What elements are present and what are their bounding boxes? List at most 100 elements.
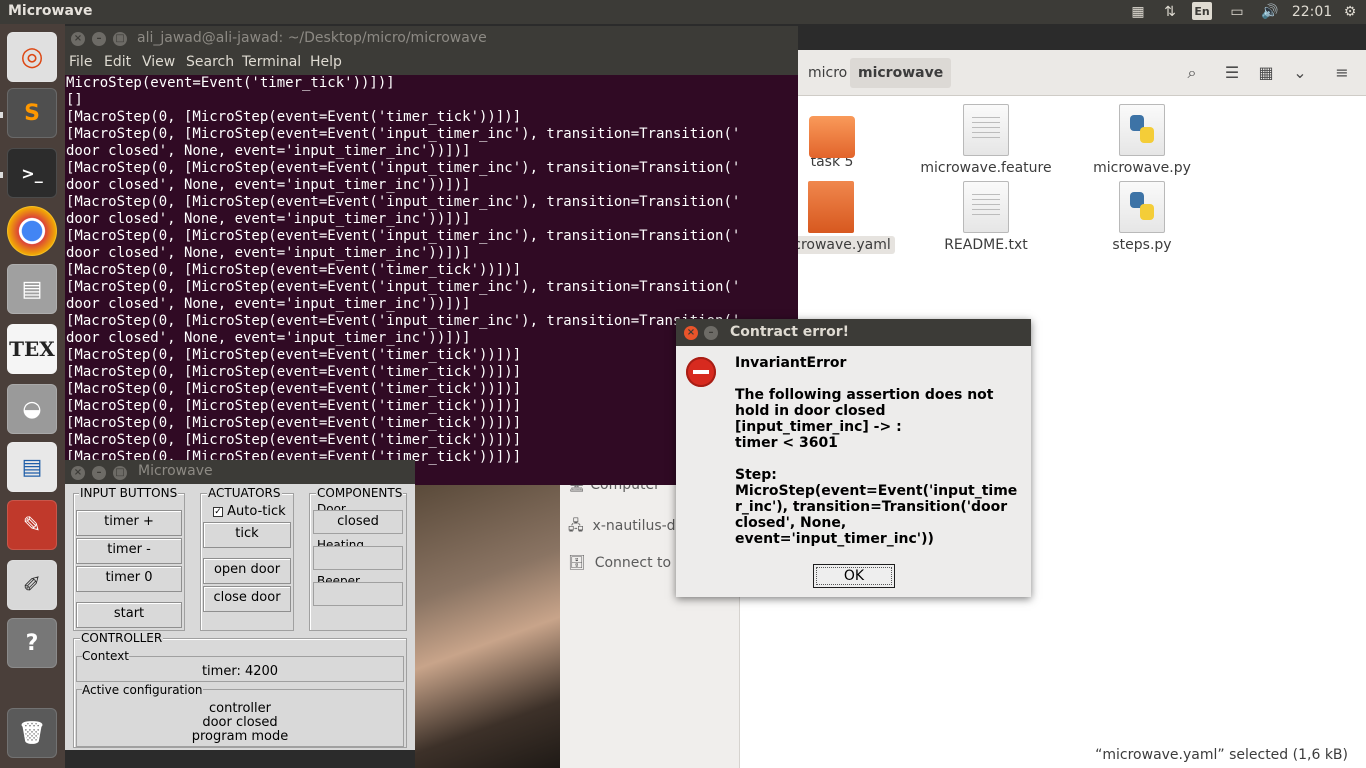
contract-error-dialog: × – Contract error! InvariantError The f… — [676, 319, 1031, 597]
terminal-line: door closed', None, event='input_timer_i… — [66, 211, 471, 227]
step-line: Step: — [735, 467, 777, 483]
file-item[interactable]: README.txt — [916, 181, 1056, 253]
dialog-message: InvariantError The following assertion d… — [735, 355, 1025, 563]
grid-view-icon[interactable]: ▦ — [1250, 58, 1282, 88]
maximize-icon[interactable]: □ — [113, 466, 127, 480]
context-value: timer: 4200 — [201, 664, 279, 679]
file-name: crowave.yaml — [789, 236, 895, 254]
breadcrumb-microwave[interactable]: microwave — [850, 58, 952, 88]
step-message: Step: MicroStep(event=Event('input_time … — [735, 467, 1025, 547]
keyboard-layout-indicator[interactable]: En — [1192, 2, 1212, 20]
menu-terminal[interactable]: Terminal — [242, 54, 301, 70]
files-icon[interactable]: ▤ — [7, 264, 57, 314]
writer-document-icon[interactable]: ▤ — [7, 442, 57, 492]
document-viewer-icon[interactable]: ✎ — [7, 500, 57, 550]
checkbox-check-icon: ✓ — [213, 506, 223, 517]
text-document-icon — [963, 104, 1009, 156]
terminal-line: door closed', None, event='input_timer_i… — [66, 143, 471, 159]
active-state: door closed — [202, 715, 278, 730]
group-label: COMPONENTS — [316, 486, 404, 500]
python-file-icon — [1119, 181, 1165, 233]
timer-dec-button[interactable]: timer - — [76, 538, 182, 564]
maximize-icon[interactable]: □ — [113, 32, 127, 46]
close-icon[interactable]: × — [71, 466, 85, 480]
actuators-group: ACTUATORS ✓ Auto-tick tick open door clo… — [200, 486, 294, 631]
error-heading: InvariantError — [735, 355, 847, 371]
terminal-line: [MacroStep(0, [MicroStep(event=Event('ti… — [66, 262, 522, 278]
network-icon[interactable]: ⇅ — [1160, 2, 1180, 22]
minimize-icon[interactable]: – — [92, 32, 106, 46]
launcher: ◎ S >_ ▤ TEX ◒ ▤ ✎ ✐ ? 🗑 — [0, 24, 65, 768]
assertion-message: The following assertion does not hold in… — [735, 387, 1025, 451]
disks-icon[interactable]: ◒ — [7, 384, 57, 434]
microwave-titlebar: × – □ Microwave — [65, 460, 415, 484]
terminal-line: [MacroStep(0, [MicroStep(event=Event('ti… — [66, 109, 522, 125]
terminal-title: ali_jawad@ali-jawad: ~/Desktop/micro/mic… — [137, 30, 487, 46]
breadcrumb-micro[interactable]: micro — [800, 58, 855, 88]
autotick-checkbox[interactable]: ✓ Auto-tick — [213, 504, 286, 519]
sidebar-item-connect[interactable]: 🗄 Connect to S — [568, 555, 684, 571]
file-name: steps.py — [1112, 237, 1172, 253]
close-door-button[interactable]: close door — [203, 586, 291, 612]
terminal-line: [MacroStep(0, [MicroStep(event=Event('in… — [66, 194, 741, 210]
message-line: [input_timer_inc] -> : — [735, 419, 902, 435]
open-door-button[interactable]: open door — [203, 558, 291, 584]
chrome-icon[interactable] — [7, 206, 57, 256]
context-label: Context — [82, 649, 130, 663]
dialog-titlebar: × – Contract error! — [676, 319, 1031, 346]
menu-search[interactable]: Search — [186, 54, 234, 70]
message-line: timer < 3601 — [735, 435, 838, 451]
workspace-switcher-icon[interactable]: ▦ — [1128, 2, 1148, 22]
file-name: microwave.py — [1093, 160, 1191, 176]
menu-edit[interactable]: Edit — [104, 54, 131, 70]
texmaker-icon[interactable]: TEX — [7, 324, 57, 374]
running-indicator — [0, 112, 3, 118]
list-view-icon[interactable]: ☰ — [1216, 58, 1248, 88]
step-line: r_inc'), transition=Transition('door — [735, 499, 1008, 515]
ubuntu-dash-icon[interactable]: ◎ — [7, 32, 57, 82]
settings-gear-icon[interactable]: ⚙ — [1340, 2, 1360, 22]
menu-view[interactable]: View — [142, 54, 175, 70]
file-item[interactable]: microwave.py — [1072, 104, 1212, 176]
timer-reset-button[interactable]: timer 0 — [76, 566, 182, 592]
status-bar: “microwave.yaml” selected (1,6 kB) — [1095, 747, 1348, 763]
microwave-title: Microwave — [138, 463, 213, 479]
close-icon[interactable]: × — [684, 326, 698, 340]
clock[interactable]: 22:01 — [1290, 2, 1334, 22]
timer-inc-button[interactable]: timer + — [76, 510, 182, 536]
terminal-line: [MacroStep(0, [MicroStep(event=Event('in… — [66, 126, 741, 142]
sidebar-item-remote[interactable]: 🖧 x-nautilus-d — [568, 515, 676, 539]
error-icon — [686, 357, 716, 387]
running-indicator — [0, 172, 3, 178]
dialog-title: Contract error! — [730, 324, 849, 340]
minimize-icon[interactable]: – — [704, 326, 718, 340]
help-icon[interactable]: ? — [7, 618, 57, 668]
beeper-state — [313, 582, 403, 606]
text-editor-icon[interactable]: ✐ — [7, 560, 57, 610]
text-document-icon — [963, 181, 1009, 233]
search-icon[interactable]: ⌕ — [1176, 58, 1208, 88]
active-state: program mode — [191, 729, 289, 744]
terminal-icon[interactable]: >_ — [7, 148, 57, 198]
heating-state — [313, 546, 403, 570]
menu-icon[interactable]: ≡ — [1326, 58, 1358, 88]
volume-icon[interactable]: 🔊 — [1260, 2, 1280, 22]
file-item[interactable]: steps.py — [1072, 181, 1212, 253]
terminal-line: door closed', None, event='input_timer_i… — [66, 245, 471, 261]
menu-file[interactable]: File — [69, 54, 92, 70]
file-item[interactable]: microwave.feature — [916, 104, 1056, 176]
close-icon[interactable]: × — [71, 32, 85, 46]
start-button[interactable]: start — [76, 602, 182, 628]
tick-button[interactable]: tick — [203, 522, 291, 548]
menu-help[interactable]: Help — [310, 54, 342, 70]
terminal-line: [] — [66, 92, 83, 108]
chevron-down-icon[interactable]: ⌄ — [1284, 58, 1316, 88]
terminal-line: [MacroStep(0, [MicroStep(event=Event('in… — [66, 160, 741, 176]
minimize-icon[interactable]: – — [92, 466, 106, 480]
terminal-menubar: File Edit View Search Terminal Help — [65, 52, 798, 75]
sublime-text-icon[interactable]: S — [7, 88, 57, 138]
battery-icon[interactable]: ▭ — [1225, 2, 1249, 22]
trash-icon[interactable]: 🗑 — [7, 708, 57, 758]
message-line: The following assertion does not — [735, 387, 994, 403]
ok-button[interactable]: OK — [813, 564, 895, 588]
